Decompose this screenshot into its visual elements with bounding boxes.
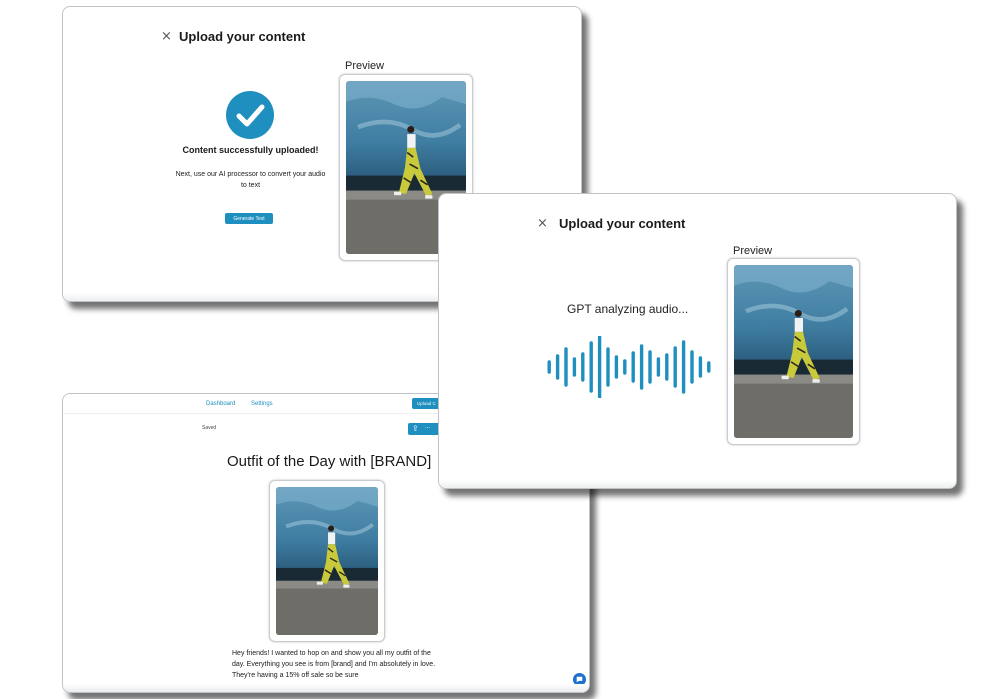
post-body-text[interactable]: Hey friends! I wanted to hop on and show… [232,648,437,681]
modal-title: Upload your content [179,29,306,44]
post-phone-frame [269,480,385,642]
preview-photo [734,265,853,438]
preview-label: Preview [345,60,385,72]
nav-dashboard-link[interactable]: Dashboard [206,401,235,407]
generate-text-button[interactable]: Generate Text [225,213,273,224]
audio-waveform-icon [547,336,711,398]
post-photo [276,487,378,635]
saved-status: Saved [202,425,217,431]
share-button[interactable]: ⇪ ... [408,423,442,435]
share-more-label: ... [425,424,431,430]
post-title[interactable]: Outfit of the Day with [BRAND] [227,453,431,470]
close-button[interactable]: × [537,216,548,231]
panel-footer-shade [439,480,956,488]
share-icon: ⇪ [412,424,419,433]
preview-phone-frame [727,258,860,445]
chat-icon [576,676,583,683]
analyzing-modal: × Upload your content GPT analyzing audi… [438,193,957,489]
modal-title: Upload your content [559,216,686,231]
success-check-icon [226,91,274,139]
close-button[interactable]: × [161,29,172,44]
success-title: Content successfully uploaded! [182,145,319,155]
analyzing-status: GPT analyzing audio... [567,302,689,316]
success-message: Next, use our AI processor to convert yo… [175,171,326,189]
preview-label: Preview [733,245,773,257]
panel-footer-shade [63,684,589,692]
nav-settings-link[interactable]: Settings [251,401,273,407]
